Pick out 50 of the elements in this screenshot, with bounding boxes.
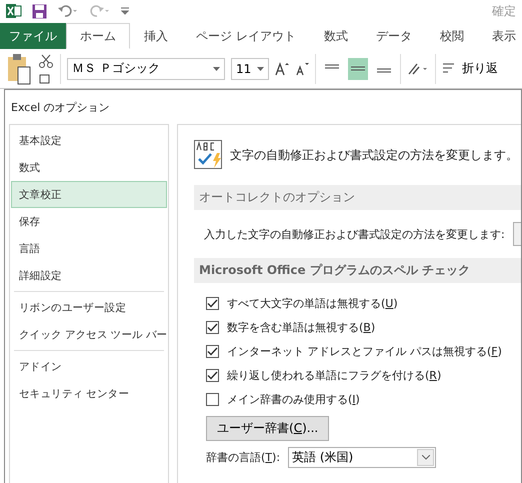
checkbox-label[interactable]: メイン辞書のみ使用する(I) — [227, 392, 360, 406]
undo-icon[interactable] — [57, 4, 79, 18]
sidebar-item[interactable]: 文章校正 — [11, 181, 167, 208]
spreadsheet-icon[interactable] — [6, 3, 22, 19]
dialog-title: Excel のオプション — [11, 100, 110, 114]
sidebar-item[interactable]: セキュリティ センター — [11, 380, 167, 407]
sidebar-item[interactable]: 保存 — [11, 208, 167, 235]
autocorrect-description: 入力した文字の自動修正および書式設定の方法を変更します: — [204, 226, 505, 242]
wrap-text-icon[interactable] — [442, 62, 456, 76]
window-title: 確定 — [492, 2, 516, 20]
language-dropdown[interactable]: 英語 (米国) — [288, 446, 436, 468]
customize-icon[interactable] — [121, 7, 129, 15]
section-heading: オートコレクトのオプション — [194, 185, 521, 210]
language-label: 辞書の言語(T): — [206, 450, 280, 464]
checkbox[interactable] — [206, 320, 219, 334]
sidebar-item[interactable]: 基本設定 — [11, 127, 167, 154]
shrink-font-icon[interactable] — [295, 62, 309, 76]
checkbox[interactable] — [206, 392, 219, 406]
checkbox-label[interactable]: 繰り返し使われる単語にフラグを付ける(R) — [227, 368, 442, 382]
sidebar-item[interactable]: 言語 — [11, 235, 167, 262]
grow-font-icon[interactable] — [275, 62, 289, 76]
checkbox-label[interactable]: 数字を含む単語は無視する(B) — [227, 320, 376, 334]
checkbox[interactable] — [206, 296, 219, 310]
sidebar-item[interactable]: リボンのユーザー設定 — [11, 294, 167, 321]
align-icon — [351, 64, 365, 74]
orientation-icon[interactable] — [407, 62, 429, 76]
sidebar-item[interactable]: クイック アクセス ツール バー — [11, 321, 167, 348]
paste-icon[interactable] — [6, 52, 32, 84]
cut-icon[interactable] — [38, 52, 54, 84]
section-heading: Microsoft Office プログラムのスペル チェック — [194, 258, 521, 283]
checkbox-label[interactable]: インターネット アドレスとファイル パスは無視する(F) — [227, 344, 502, 358]
font-size-field[interactable]: 11 — [231, 58, 269, 80]
font-name-field[interactable]: ＭＳ Ｐゴシック — [67, 58, 225, 80]
checkbox[interactable] — [206, 368, 219, 382]
sidebar-item[interactable]: 詳細設定 — [11, 262, 167, 289]
spelling-check-icon — [194, 140, 224, 170]
align-button[interactable] — [348, 58, 368, 80]
file-tab[interactable]: ファイル — [0, 23, 66, 49]
wrap-text-label[interactable]: 折り返 — [462, 60, 498, 77]
custom-dictionaries-button[interactable]: ユーザー辞書(C)... — [206, 416, 330, 440]
sidebar-item[interactable]: アドイン — [11, 353, 167, 380]
intro-text: 文字の自動修正および書式設定の方法を変更します。 — [230, 146, 518, 164]
caret-icon — [213, 66, 220, 70]
save-icon[interactable] — [32, 4, 47, 18]
sidebar-item[interactable]: 数式 — [11, 154, 167, 181]
caret-icon — [257, 66, 264, 70]
chevron-down-icon — [422, 454, 430, 460]
checkbox-label[interactable]: すべて大文字の単語は無視する(U) — [227, 296, 398, 310]
checkbox[interactable] — [206, 344, 219, 358]
ribbon-tab[interactable]: ホーム — [66, 23, 130, 49]
